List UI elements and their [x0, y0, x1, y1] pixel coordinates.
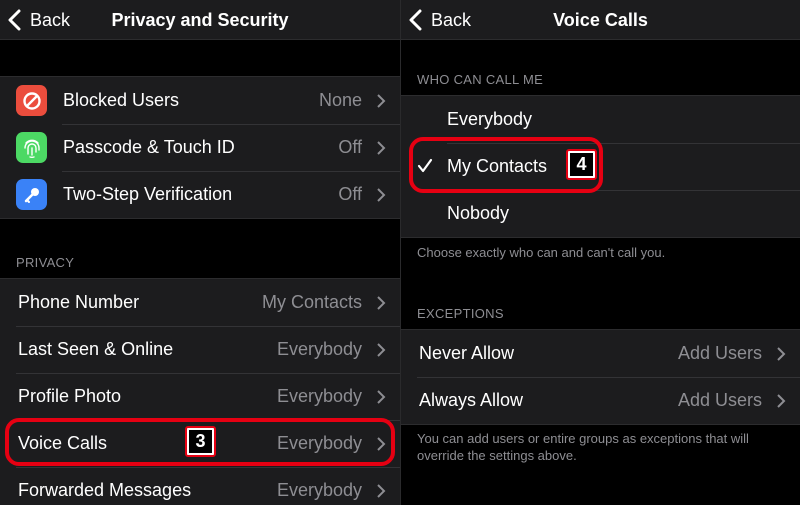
- fingerprint-icon: [16, 132, 47, 163]
- row-label: Two-Step Verification: [63, 184, 233, 204]
- who-can-call-group: Everybody My Contacts Nobody: [401, 95, 800, 238]
- chevron-right-icon: [377, 141, 386, 155]
- option-label: My Contacts: [447, 156, 548, 176]
- option-nobody[interactable]: Nobody: [401, 190, 800, 237]
- row-label: Profile Photo: [18, 386, 122, 406]
- security-settings-group: Blocked Users None Passcode & Touch ID O…: [0, 76, 400, 219]
- chevron-right-icon: [377, 343, 386, 357]
- block-icon: [16, 85, 47, 116]
- row-value: Everybody: [276, 433, 362, 453]
- option-my-contacts[interactable]: My Contacts: [401, 143, 800, 190]
- navigation-bar: Back Voice Calls: [401, 0, 800, 40]
- row-label: Always Allow: [419, 390, 524, 410]
- row-value: Add Users: [677, 343, 762, 363]
- last-seen-online-row[interactable]: Last Seen & Online Everybody: [0, 326, 400, 373]
- chevron-left-icon: [409, 9, 422, 31]
- forwarded-messages-row[interactable]: Forwarded Messages Everybody: [0, 467, 400, 505]
- row-value: Off: [338, 184, 362, 204]
- phone-number-row[interactable]: Phone Number My Contacts: [0, 279, 400, 326]
- never-allow-row[interactable]: Never Allow Add Users: [401, 330, 800, 377]
- chevron-right-icon: [377, 437, 386, 451]
- row-value: Off: [338, 137, 362, 157]
- row-value: Add Users: [677, 390, 762, 410]
- chevron-right-icon: [377, 94, 386, 108]
- row-label: Blocked Users: [63, 90, 180, 110]
- privacy-settings-group: Phone Number My Contacts Last Seen & Onl…: [0, 278, 400, 505]
- row-value: Everybody: [276, 339, 362, 359]
- chevron-right-icon: [377, 390, 386, 404]
- blocked-users-row[interactable]: Blocked Users None: [0, 77, 400, 124]
- who-can-call-footer: Choose exactly who can and can't call yo…: [417, 245, 666, 260]
- exceptions-header: EXCEPTIONS: [417, 306, 504, 321]
- checkmark-icon: [417, 158, 433, 173]
- back-label: Back: [30, 9, 71, 30]
- row-value: None: [318, 90, 362, 110]
- voice-calls-screen: Back Voice Calls WHO CAN CALL ME Everybo…: [400, 0, 800, 505]
- row-value: Everybody: [276, 386, 362, 406]
- back-label: Back: [431, 9, 472, 30]
- exceptions-footer: You can add users or entire groups as ex…: [417, 431, 749, 463]
- chevron-right-icon: [777, 347, 786, 361]
- back-button[interactable]: Back: [6, 0, 70, 40]
- navigation-bar: Back Privacy and Security: [0, 0, 400, 40]
- row-value: My Contacts: [261, 292, 362, 312]
- chevron-left-icon: [8, 9, 21, 31]
- row-label: Passcode & Touch ID: [63, 137, 235, 157]
- chevron-right-icon: [377, 188, 386, 202]
- row-value: Everybody: [276, 480, 362, 500]
- chevron-right-icon: [777, 394, 786, 408]
- row-label: Phone Number: [18, 292, 140, 312]
- who-can-call-header: WHO CAN CALL ME: [417, 72, 544, 87]
- option-label: Everybody: [447, 109, 533, 129]
- option-everybody[interactable]: Everybody: [401, 96, 800, 143]
- two-step-verification-row[interactable]: Two-Step Verification Off: [0, 171, 400, 218]
- privacy-security-screen: Back Privacy and Security Blocked Users …: [0, 0, 400, 505]
- row-label: Last Seen & Online: [18, 339, 174, 359]
- privacy-section-header: PRIVACY: [16, 255, 75, 270]
- step-badge-3: 3: [185, 426, 216, 457]
- chevron-right-icon: [377, 484, 386, 498]
- row-label: Never Allow: [419, 343, 515, 363]
- chevron-right-icon: [377, 296, 386, 310]
- always-allow-row[interactable]: Always Allow Add Users: [401, 377, 800, 424]
- row-label: Forwarded Messages: [18, 480, 192, 500]
- passcode-touch-id-row[interactable]: Passcode & Touch ID Off: [0, 124, 400, 171]
- row-label: Voice Calls: [18, 433, 108, 453]
- exceptions-group: Never Allow Add Users Always Allow Add U…: [401, 329, 800, 425]
- step-badge-4: 4: [566, 149, 597, 180]
- option-label: Nobody: [447, 203, 510, 223]
- profile-photo-row[interactable]: Profile Photo Everybody: [0, 373, 400, 420]
- back-button[interactable]: Back: [407, 0, 471, 40]
- key-icon: [16, 179, 47, 210]
